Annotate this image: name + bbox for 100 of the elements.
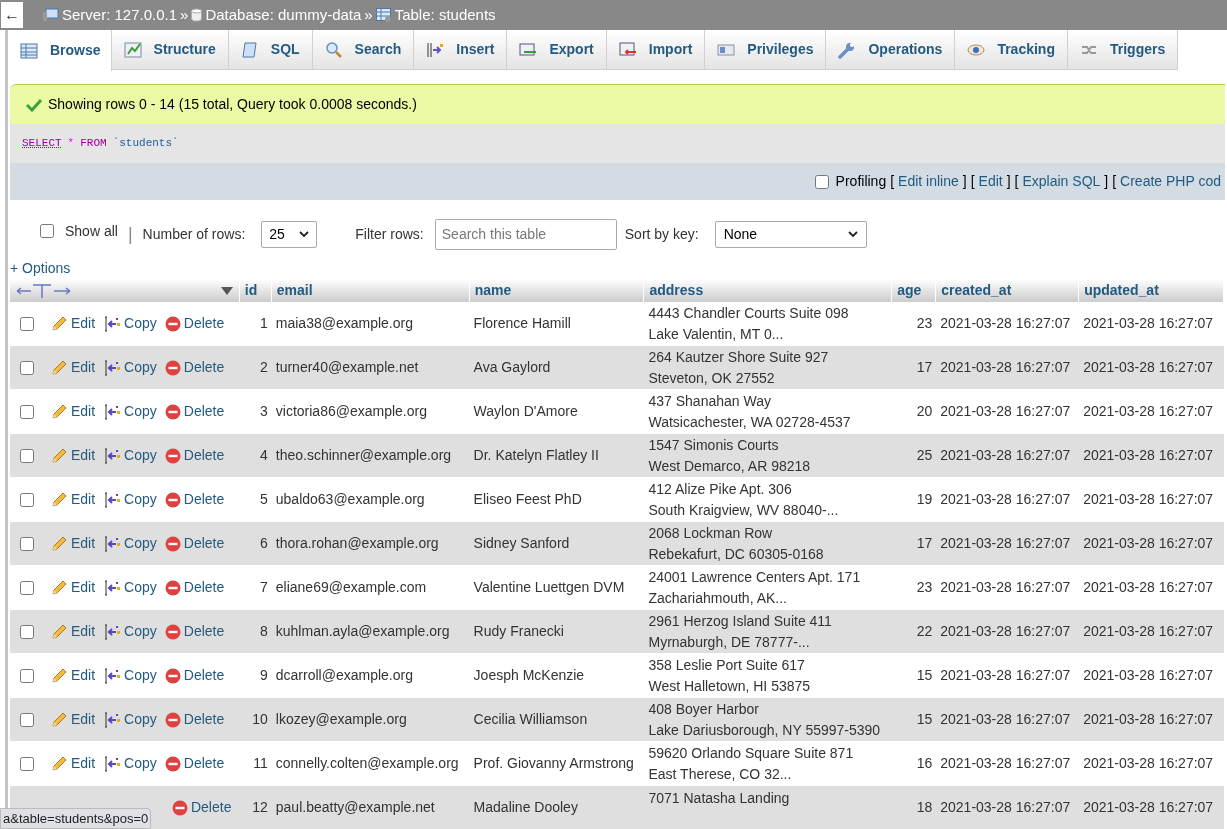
row-action-link[interactable]: Edit [49, 313, 96, 334]
row-action-link[interactable]: Copy [103, 489, 157, 510]
server-icon [43, 8, 59, 22]
breadcrumb-separator: » [180, 4, 189, 25]
tab[interactable]: Insert [414, 30, 508, 70]
row-action-link[interactable]: Edit [49, 577, 96, 598]
row-action-link[interactable]: Copy [103, 621, 157, 642]
row-action-link[interactable]: Edit [49, 401, 96, 422]
query-link[interactable]: Create PHP cod [1120, 171, 1221, 192]
bracket: [ [890, 172, 895, 191]
table-cell-text: 2021-03-28 16:27:07 [940, 666, 1072, 685]
breadcrumb-separator: » [364, 4, 373, 25]
status-url: a&table=students&pos=0 [0, 808, 152, 829]
row-action-link[interactable]: Copy [103, 445, 157, 466]
row-action-link[interactable]: Edit [49, 533, 96, 554]
delete-icon [164, 667, 181, 684]
delete-icon [164, 403, 181, 420]
sort-select[interactable]: None [714, 220, 867, 248]
row-action-link[interactable]: Edit [49, 709, 96, 730]
row-checkbox[interactable] [20, 580, 34, 595]
row-action-link[interactable]: Copy [103, 533, 157, 554]
row-action-link[interactable]: Copy [103, 753, 157, 774]
back-button[interactable]: ← [1, 2, 23, 28]
row-action-link[interactable]: Delete [164, 357, 225, 378]
row-action-link[interactable]: Delete [164, 313, 225, 334]
options-link[interactable]: + Options [10, 258, 71, 279]
table-cell-text: 2021-03-28 16:27:07 [940, 534, 1072, 553]
breadcrumb-link[interactable]: Database: dummy-data [205, 3, 362, 27]
show-all-checkbox[interactable] [40, 224, 54, 238]
table-cell-text: 9 [260, 666, 268, 685]
row-action-link[interactable]: Edit [49, 753, 96, 774]
row-action-link[interactable]: Delete [164, 753, 225, 774]
import-icon [618, 40, 637, 59]
tab[interactable]: Import [606, 30, 706, 70]
filter-field[interactable]: Search this table [434, 218, 617, 250]
tab[interactable]: Export [507, 30, 607, 70]
row-checkbox[interactable] [20, 492, 34, 507]
row-checkbox[interactable] [20, 360, 34, 375]
row-action-link[interactable]: Delete [164, 577, 225, 598]
tab[interactable]: Privileges [705, 30, 827, 70]
delete-icon [164, 359, 181, 376]
table-cell-text: 2021-03-28 16:27:07 [1083, 402, 1215, 421]
sql-token: FROM [80, 136, 107, 152]
table-cell-text: 15 [916, 710, 933, 729]
table-cell-text: 2021-03-28 16:27:07 [940, 314, 1072, 333]
row-action-link[interactable]: Delete [164, 533, 225, 554]
row-action-link[interactable]: Copy [103, 313, 157, 334]
pencil-icon [49, 358, 68, 377]
table-cell-text: 15 [916, 666, 933, 685]
address-line: 1547 Simonis Courts [648, 435, 780, 455]
tab[interactable]: Tracking [955, 30, 1068, 70]
rows-select[interactable]: 25 [261, 220, 318, 248]
row-checkbox[interactable] [20, 668, 34, 683]
row-action-link[interactable]: Edit [49, 357, 96, 378]
row-action-link[interactable]: Copy [103, 357, 157, 378]
row-checkbox[interactable] [20, 712, 34, 727]
row-action-link[interactable]: Edit [49, 445, 96, 466]
table-cell-text: victoria86@example.org [275, 402, 428, 421]
row-action-link[interactable]: Delete [164, 401, 225, 422]
row-action-link[interactable]: Delete [164, 489, 225, 510]
row-action-link[interactable]: Delete [164, 709, 225, 730]
row-checkbox[interactable] [20, 756, 34, 771]
profiling-checkbox[interactable] [814, 174, 829, 189]
row-action-link[interactable]: Delete [164, 445, 225, 466]
table-cell-text: Valentine Luettgen DVM [473, 578, 626, 597]
delete-icon [164, 491, 181, 508]
row-checkbox[interactable] [20, 448, 34, 463]
wrench-icon [838, 40, 857, 59]
row-checkbox[interactable] [20, 316, 34, 331]
table-cell-text: 2021-03-28 16:27:07 [1083, 798, 1215, 817]
row-action-link[interactable]: Delete [171, 797, 232, 818]
table-cell-text: 2021-03-28 16:27:07 [1083, 754, 1215, 773]
row-action-link[interactable]: Copy [103, 401, 157, 422]
row-action-link[interactable]: Copy [103, 577, 157, 598]
row-checkbox[interactable] [20, 536, 34, 551]
tab[interactable]: Structure [111, 30, 229, 70]
row-action-link[interactable]: Copy [103, 665, 157, 686]
table-cell-text: ubaldo63@example.org [275, 490, 426, 509]
address-line: South Kraigview, WV 88040-... [648, 500, 840, 520]
breadcrumb-link[interactable]: Server: 127.0.0.1 [62, 3, 178, 27]
query-link[interactable]: Explain SQL [1022, 171, 1101, 192]
row-action-link[interactable]: Delete [164, 665, 225, 686]
row-action-link[interactable]: Delete [164, 621, 225, 642]
tab[interactable]: SQL [228, 30, 313, 70]
row-checkbox[interactable] [20, 404, 34, 419]
query-link[interactable]: Edit [978, 171, 1003, 192]
row-action-link[interactable]: Edit [49, 665, 96, 686]
address-line: 4443 Chandler Courts Suite 098 [648, 303, 850, 323]
row-action-link[interactable]: Copy [103, 709, 157, 730]
pencil-icon [49, 754, 68, 773]
row-checkbox[interactable] [20, 624, 34, 639]
breadcrumb-link[interactable]: Table: students [394, 3, 496, 27]
query-link[interactable]: Edit inline [898, 171, 959, 192]
copy-icon [103, 754, 122, 773]
table-cell-text: 2021-03-28 16:27:07 [940, 578, 1072, 597]
row-action-link[interactable]: Edit [49, 489, 96, 510]
tab[interactable]: Triggers [1068, 30, 1179, 70]
tab[interactable]: Search [312, 30, 415, 70]
row-action-link[interactable]: Edit [49, 621, 96, 642]
tab[interactable]: Operations [826, 30, 956, 70]
